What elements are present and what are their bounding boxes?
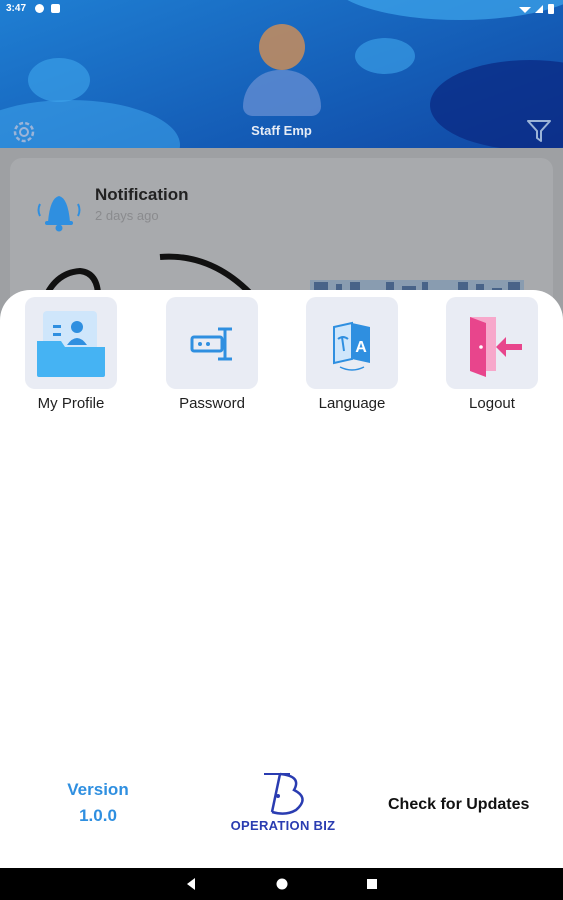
- avatar[interactable]: [243, 24, 321, 118]
- status-time: 3:47: [6, 3, 27, 14]
- back-icon[interactable]: [184, 877, 198, 891]
- menu-label-logout: Logout: [469, 395, 515, 412]
- user-name: Staff Emp: [251, 123, 312, 138]
- operation-biz-logo: OPERATION BIZ: [220, 768, 346, 838]
- menu-item-language[interactable]: A Language: [297, 297, 407, 412]
- password-icon: [190, 327, 232, 361]
- svg-text:A: A: [355, 339, 367, 356]
- status-app-icon: [35, 4, 44, 13]
- bell-icon: [37, 196, 81, 232]
- settings-bottom-sheet: My Profile Password A Language Logout Ve…: [0, 290, 563, 868]
- logo-mark: [264, 772, 304, 815]
- logout-icon: [470, 317, 522, 377]
- menu-label-password: Password: [179, 395, 245, 412]
- menu-label-language: Language: [318, 395, 386, 412]
- version-number: 1.0.0: [79, 806, 117, 825]
- version-label: Version: [67, 780, 129, 799]
- notification-title: Notification: [95, 185, 189, 204]
- menu-item-logout[interactable]: Logout: [437, 297, 547, 412]
- status-storage-icon: [51, 4, 60, 13]
- status-bar: 3:47: [0, 0, 563, 18]
- status-signal-icons: [519, 4, 554, 14]
- logout-tile[interactable]: [446, 297, 538, 389]
- gear-icon[interactable]: [10, 118, 38, 146]
- filter-icon[interactable]: [526, 118, 552, 144]
- language-icon: A: [333, 321, 370, 371]
- my-profile-tile[interactable]: [25, 297, 117, 389]
- check-updates-button[interactable]: Check for Updates: [388, 796, 529, 814]
- notification-time: 2 days ago: [95, 208, 159, 223]
- system-navigation-bar: [0, 868, 563, 900]
- language-tile[interactable]: A: [306, 297, 398, 389]
- home-icon[interactable]: [275, 877, 289, 891]
- version-info: Version 1.0.0: [48, 777, 148, 829]
- password-tile[interactable]: [166, 297, 258, 389]
- profile-folder-icon: [37, 311, 105, 377]
- menu-item-my-profile[interactable]: My Profile: [16, 297, 126, 412]
- logo-text: OPERATION BIZ: [230, 818, 336, 833]
- menu-label-my-profile: My Profile: [37, 395, 105, 412]
- menu-item-password[interactable]: Password: [157, 297, 267, 412]
- recents-icon[interactable]: [365, 877, 379, 891]
